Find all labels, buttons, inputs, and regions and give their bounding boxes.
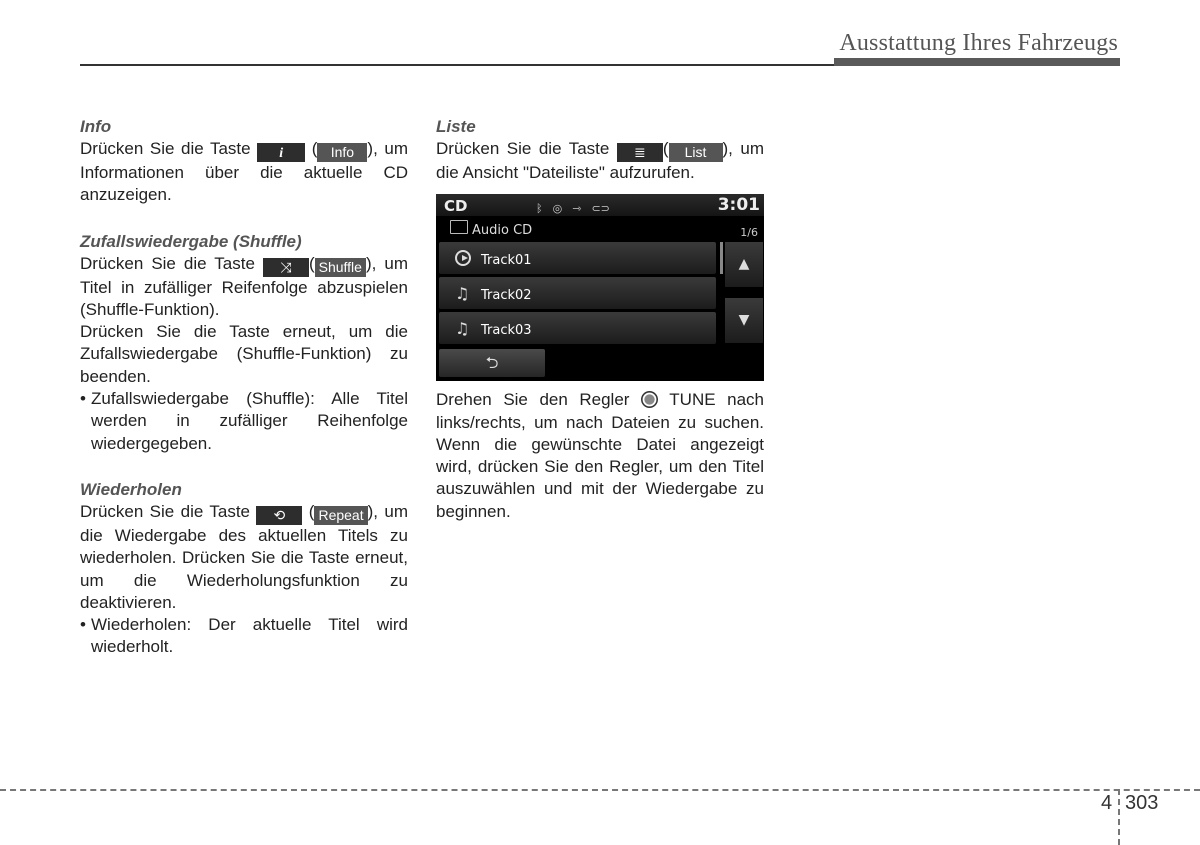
shuffle-label: Shuffle xyxy=(314,257,366,277)
footer-rule xyxy=(0,789,1200,791)
list-heading: Liste xyxy=(436,117,476,136)
shuffle-bullet: Zufallswiedergabe (Shuffle): Alle Titel … xyxy=(80,388,408,455)
track-count: 1/6 xyxy=(740,226,758,240)
page-number: 303 xyxy=(1125,792,1159,814)
list-label: List xyxy=(668,143,723,162)
repeat-key-icon: ⟲ xyxy=(256,505,303,525)
chapter-title: Ausstattung Ihres Fahrzeugs xyxy=(839,30,1118,56)
shuffle-text-2: Drücken Sie die Taste erneut, um die Zuf… xyxy=(80,322,408,386)
footer-divider xyxy=(1118,789,1120,845)
scrollbar[interactable] xyxy=(720,242,723,275)
shuffle-key-icon: ⤨ xyxy=(262,257,309,277)
chapter-number: 4 xyxy=(1101,792,1113,814)
header-rule xyxy=(80,64,840,66)
music-note-icon: ♫ xyxy=(455,319,470,339)
shuffle-text: Drücken Sie die Taste ⤨(Shuffle), um Tit… xyxy=(80,253,408,319)
track-item[interactable]: Track01 xyxy=(439,242,716,275)
info-label: Info xyxy=(317,143,368,162)
folder-icon xyxy=(450,220,468,235)
list-text: Drücken Sie die Taste ≣(List), um die An… xyxy=(436,139,764,182)
source-label: CD xyxy=(444,197,468,216)
music-note-icon: ♫ xyxy=(455,284,470,304)
list-key-icon: ≣ xyxy=(616,143,663,162)
repeat-bullet: Wiederholen: Der aktuelle Titel wird wie… xyxy=(80,614,408,659)
track-item[interactable]: ♫ Track02 xyxy=(439,277,716,310)
folder-row: Audio CD 1/6 xyxy=(436,216,764,240)
scroll-down-button[interactable]: ▼ xyxy=(725,298,763,344)
info-heading: Info xyxy=(80,117,112,136)
shuffle-heading: Zufallswiedergabe (Shuffle) xyxy=(80,231,302,251)
left-column: Info Drücken Sie die Taste i (Info), um … xyxy=(80,116,408,659)
tune-text: Drehen Sie den Regler TUNE nach links/re… xyxy=(436,390,764,521)
tune-knob-icon xyxy=(641,391,659,409)
scroll-up-button[interactable]: ▲ xyxy=(725,242,763,288)
play-icon xyxy=(455,250,471,267)
repeat-heading: Wiederholen xyxy=(80,479,182,499)
track-item[interactable]: ♫ Track03 xyxy=(439,312,716,345)
cd-list-screen: CD ᛒ ◎ ⇾ ⊂⊃ 3:01 Audio CD 1/6 Track01 ♫ … xyxy=(436,194,764,382)
repeat-text: Drücken Sie die Taste ⟲ (Repeat), um die… xyxy=(80,501,408,612)
header-bar xyxy=(834,58,1120,66)
info-text: Drücken Sie die Taste i (Info), um Infor… xyxy=(80,139,408,205)
repeat-label: Repeat xyxy=(314,505,368,525)
right-column: Liste Drücken Sie die Taste ≣(List), um … xyxy=(436,116,764,523)
back-button[interactable]: ⮌ xyxy=(439,349,545,378)
status-bar: CD ᛒ ◎ ⇾ ⊂⊃ 3:01 xyxy=(436,194,764,217)
clock: 3:01 xyxy=(717,195,760,216)
info-key-icon: i xyxy=(257,143,306,162)
folder-name: Audio CD xyxy=(472,223,533,239)
